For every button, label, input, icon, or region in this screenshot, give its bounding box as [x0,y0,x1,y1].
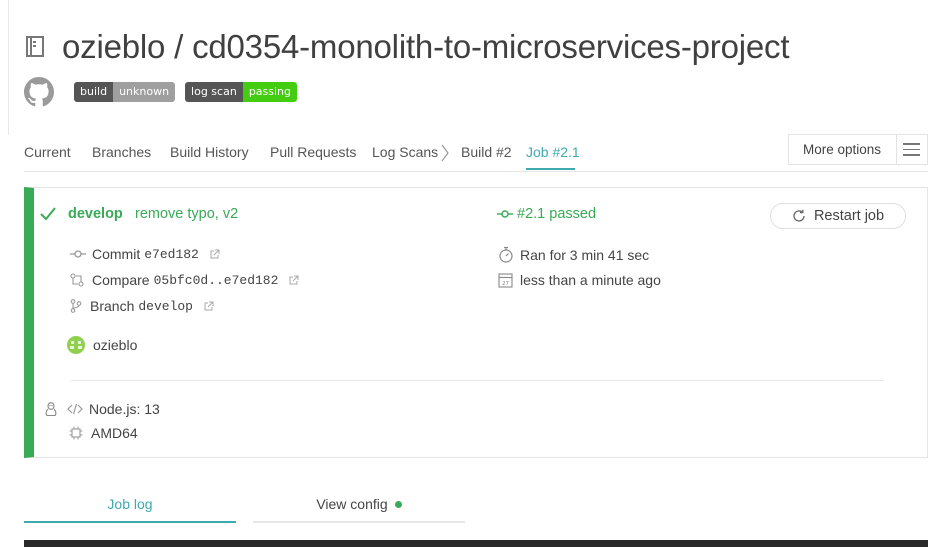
external-link-icon[interactable] [203,301,214,312]
active-tab-underline [526,168,575,170]
tab-view-config-label: View config [316,496,388,512]
tab-job-log-underline [24,521,236,523]
job-status-text: #2.1 passed [517,206,597,222]
calendar-icon: 27 [498,273,513,288]
log-scan-badge-key: log scan [185,82,243,102]
hamburger-icon[interactable] [895,135,928,164]
restart-icon [793,209,805,222]
restart-job-label: Restart job [813,208,885,224]
job-branch[interactable]: develop [68,206,123,222]
left-rule [8,0,9,135]
job-card: develop remove typo, v2 #2.1 passed Rest… [24,187,928,458]
branch-row: Branch develop [70,298,214,314]
build-badge-key: build [74,82,114,102]
author-name[interactable]: ozieblo [93,337,137,353]
card-divider [70,380,884,381]
repo-icon [26,36,44,57]
repo-header: ozieblo / cd0354-monolith-to-microservic… [24,28,789,66]
job-status: #2.1 passed [497,206,596,222]
tab-branches[interactable]: Branches [92,144,151,160]
stopwatch-icon [499,246,513,263]
branch-icon [70,299,82,313]
cpu-icon [69,426,83,440]
avatar[interactable] [67,336,85,354]
commit-icon [70,250,86,258]
more-options-label: More options [803,142,882,157]
tab-build-history[interactable]: Build History [170,144,249,160]
nav-tabs: Current Branches Build History Pull Requ… [24,134,928,172]
build-badge-value: unknown [113,82,176,102]
linux-icon [45,401,57,416]
tab-view-config-underline [253,521,465,523]
tab-current[interactable]: Current [24,144,71,160]
branch-value-link[interactable]: develop [138,299,193,314]
compare-icon [70,273,84,287]
log-scan-badge-value: passing [242,82,298,102]
tab-log-scans[interactable]: Log Scans [372,144,438,160]
svg-text:27: 27 [502,281,509,287]
branch-label: Branch [90,298,135,314]
compare-label: Compare [92,272,150,288]
commit-icon [497,210,513,218]
commit-sha-link[interactable]: e7ed182 [144,247,199,262]
language-text: Node.js: 13 [89,401,160,417]
config-status-dot [394,501,402,508]
github-icon[interactable] [24,77,54,107]
tab-build-2[interactable]: Build #2 [461,144,512,160]
log-scan-badge[interactable]: log scan passing [185,82,298,102]
tab-job-log-label: Job log [107,496,153,512]
build-badge[interactable]: build unknown [74,82,176,102]
tab-job-log[interactable]: Job log [24,496,236,523]
code-icon [67,403,83,415]
tab-view-config[interactable]: View config [253,496,465,523]
commit-message: remove typo, v2 [135,206,239,222]
more-options-button[interactable]: More options [788,134,928,165]
badges-row: build unknown log scan passing [24,77,307,107]
external-link-icon[interactable] [288,275,299,286]
duration-row: Ran for 3 min 41 sec [498,246,649,263]
job-log-terminal[interactable] [24,540,928,547]
compare-row: Compare 05bfc0d..e7ed182 [70,272,299,288]
tab-pull-requests[interactable]: Pull Requests [270,144,356,160]
commit-label: Commit [92,246,141,262]
arch-text: AMD64 [91,425,138,441]
commit-row: Commit e7ed182 [70,246,220,262]
check-icon [40,207,56,221]
tab-job-2-1[interactable]: Job #2.1 [526,144,580,160]
chevron-right-icon [441,144,449,162]
author-row: ozieblo [67,336,137,354]
compare-range-link[interactable]: 05bfc0d..e7ed182 [154,273,279,288]
finished-text: less than a minute ago [520,272,661,288]
language-row: Node.js: 13 [45,401,160,417]
repo-title[interactable]: ozieblo / cd0354-monolith-to-microservic… [62,28,789,66]
finished-row: 27 less than a minute ago [498,272,661,288]
restart-job-button[interactable]: Restart job [770,203,906,229]
external-link-icon[interactable] [209,249,220,260]
duration-text: Ran for 3 min 41 sec [520,246,650,263]
arch-row: AMD64 [69,425,138,441]
